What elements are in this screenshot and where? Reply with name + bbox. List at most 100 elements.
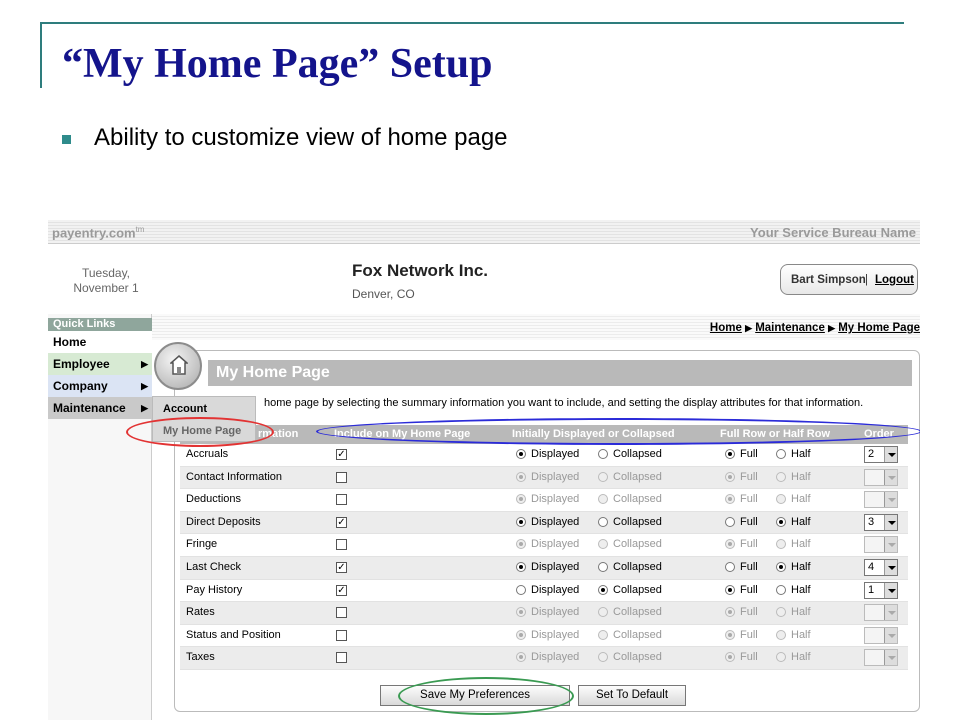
collapsed-radio[interactable] bbox=[598, 652, 608, 663]
order-select[interactable]: 3 bbox=[864, 513, 898, 531]
sidebar-item-home[interactable]: Home bbox=[48, 331, 152, 353]
half-row-radio[interactable] bbox=[776, 561, 786, 572]
chevron-down-icon[interactable] bbox=[884, 537, 897, 553]
breadcrumb-maintenance[interactable]: Maintenance bbox=[755, 322, 825, 334]
order-select[interactable] bbox=[864, 536, 898, 554]
full-row-radio[interactable] bbox=[725, 561, 735, 572]
collapsed-label: Collapsed bbox=[613, 560, 662, 573]
include-checkbox[interactable] bbox=[336, 539, 347, 551]
breadcrumb-arrow-icon: ▶ bbox=[828, 323, 835, 333]
breadcrumb-current[interactable]: My Home Page bbox=[838, 322, 920, 334]
displayed-radio[interactable] bbox=[516, 607, 526, 618]
logout-link[interactable]: Logout bbox=[875, 274, 914, 286]
half-row-radio[interactable] bbox=[776, 449, 786, 459]
half-row-radio[interactable] bbox=[776, 539, 786, 550]
order-select[interactable] bbox=[864, 649, 898, 667]
displayed-radio[interactable] bbox=[516, 629, 526, 640]
displayed-radio[interactable] bbox=[516, 652, 526, 663]
half-row-radio[interactable] bbox=[776, 629, 786, 640]
chevron-down-icon[interactable] bbox=[884, 559, 897, 575]
half-row-radio[interactable] bbox=[776, 471, 786, 482]
order-select[interactable]: 4 bbox=[864, 558, 898, 576]
chevron-down-icon[interactable] bbox=[884, 514, 897, 530]
panel-title: My Home Page bbox=[216, 364, 330, 381]
table-row: Fringe Displayed Collapsed Full Half bbox=[180, 534, 908, 557]
collapsed-label: Collapsed bbox=[613, 493, 662, 506]
breadcrumb-home[interactable]: Home bbox=[710, 322, 742, 334]
full-row-radio[interactable] bbox=[725, 494, 735, 505]
set-to-default-button[interactable]: Set To Default bbox=[578, 685, 686, 706]
collapsed-radio[interactable] bbox=[598, 539, 608, 550]
chevron-down-icon[interactable] bbox=[884, 650, 897, 666]
chevron-down-icon[interactable] bbox=[884, 447, 897, 462]
full-row-radio[interactable] bbox=[725, 629, 735, 640]
collapsed-radio[interactable] bbox=[598, 516, 608, 527]
include-checkbox[interactable] bbox=[336, 629, 347, 641]
collapsed-radio[interactable] bbox=[598, 561, 608, 572]
displayed-label: Displayed bbox=[531, 606, 580, 619]
full-row-radio[interactable] bbox=[725, 607, 735, 618]
chevron-down-icon[interactable] bbox=[884, 492, 897, 508]
half-row-radio[interactable] bbox=[776, 607, 786, 618]
sidebar-item-employee[interactable]: Employee ▶ bbox=[48, 353, 152, 375]
include-checkbox[interactable]: ✓ bbox=[336, 516, 347, 528]
displayed-radio[interactable] bbox=[516, 494, 526, 505]
order-select[interactable] bbox=[864, 468, 898, 486]
order-select[interactable] bbox=[864, 626, 898, 644]
full-row-radio[interactable] bbox=[725, 471, 735, 482]
include-checkbox[interactable]: ✓ bbox=[336, 584, 347, 596]
order-select[interactable]: 2 bbox=[864, 446, 898, 463]
collapsed-label: Collapsed bbox=[613, 470, 662, 483]
full-row-radio[interactable] bbox=[725, 539, 735, 550]
chevron-down-icon[interactable] bbox=[884, 627, 897, 643]
displayed-label: Displayed bbox=[531, 515, 580, 528]
chevron-down-icon[interactable] bbox=[884, 469, 897, 485]
sidebar-item-maintenance[interactable]: Maintenance ▶ bbox=[48, 397, 152, 419]
row-label: Pay History bbox=[186, 583, 243, 596]
chevron-down-icon[interactable] bbox=[884, 582, 897, 598]
include-checkbox[interactable]: ✓ bbox=[336, 561, 347, 573]
displayed-radio[interactable] bbox=[516, 449, 526, 459]
order-select[interactable] bbox=[864, 491, 898, 509]
full-row-radio[interactable] bbox=[725, 449, 735, 459]
half-row-radio[interactable] bbox=[776, 516, 786, 527]
full-row-radio[interactable] bbox=[725, 652, 735, 663]
displayed-radio[interactable] bbox=[516, 471, 526, 482]
collapsed-label: Collapsed bbox=[613, 606, 662, 619]
full-row-radio[interactable] bbox=[725, 516, 735, 527]
displayed-radio[interactable] bbox=[516, 561, 526, 572]
include-checkbox[interactable] bbox=[336, 494, 347, 506]
include-checkbox[interactable] bbox=[336, 471, 347, 483]
sidebar: Quick Links Home Employee ▶ Company ▶ Main… bbox=[48, 314, 152, 720]
collapsed-radio[interactable] bbox=[598, 471, 608, 482]
include-checkbox[interactable]: ✓ bbox=[336, 449, 347, 460]
sidebar-item-company[interactable]: Company ▶ bbox=[48, 375, 152, 397]
half-row-radio[interactable] bbox=[776, 652, 786, 663]
row-label: Fringe bbox=[186, 538, 218, 551]
collapsed-radio[interactable] bbox=[598, 449, 608, 459]
order-select[interactable] bbox=[864, 604, 898, 622]
slide-left-rule bbox=[40, 22, 42, 88]
collapsed-radio[interactable] bbox=[598, 629, 608, 640]
displayed-radio[interactable] bbox=[516, 516, 526, 527]
include-checkbox[interactable] bbox=[336, 652, 347, 664]
blue-highlight-ellipse bbox=[316, 418, 920, 445]
chevron-right-icon: ▶ bbox=[141, 359, 148, 369]
half-row-radio[interactable] bbox=[776, 584, 786, 595]
collapsed-radio[interactable] bbox=[598, 494, 608, 505]
half-label: Half bbox=[791, 628, 811, 641]
order-select[interactable]: 1 bbox=[864, 581, 898, 599]
full-row-radio[interactable] bbox=[725, 584, 735, 595]
brand-logo[interactable]: payentry.comtm bbox=[52, 225, 144, 240]
row-label: Rates bbox=[186, 606, 215, 619]
displayed-radio[interactable] bbox=[516, 584, 526, 595]
collapsed-radio[interactable] bbox=[598, 607, 608, 618]
collapsed-radio[interactable] bbox=[598, 584, 608, 595]
half-row-radio[interactable] bbox=[776, 494, 786, 505]
chevron-down-icon[interactable] bbox=[884, 605, 897, 621]
table-row: Pay History ✓ Displayed Collapsed Full Half 1 bbox=[180, 580, 908, 603]
include-checkbox[interactable] bbox=[336, 607, 347, 619]
displayed-radio[interactable] bbox=[516, 539, 526, 550]
row-label: Contact Information bbox=[186, 470, 282, 483]
menu-item-account[interactable]: Account bbox=[163, 403, 207, 415]
